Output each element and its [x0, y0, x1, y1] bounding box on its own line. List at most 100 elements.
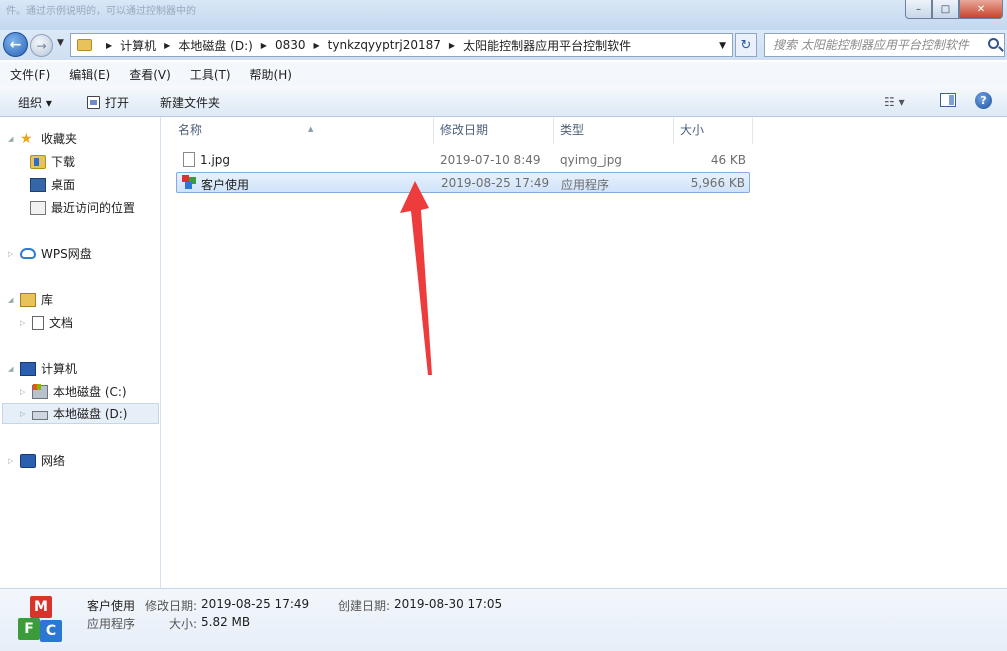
- open-icon: [87, 96, 100, 109]
- window-title: 件。通过示例说明的，可以通过控制器中的: [6, 6, 196, 17]
- drive-icon: [32, 410, 48, 420]
- chevron-right-icon[interactable]: ▶: [164, 41, 170, 50]
- file-name: 1.jpg: [200, 153, 231, 167]
- search-icon[interactable]: [988, 38, 999, 49]
- nav-label: 库: [41, 293, 54, 307]
- chevron-down-icon[interactable]: ▼: [719, 41, 726, 51]
- breadcrumb-computer[interactable]: 计算机: [120, 37, 156, 54]
- file-size: 46 KB: [710, 153, 746, 167]
- downloads-folder-icon: [30, 154, 46, 169]
- document-icon: [32, 315, 44, 330]
- nav-label: 收藏夹: [41, 132, 78, 146]
- nav-desktop[interactable]: 桌面: [30, 174, 75, 195]
- close-button[interactable]: ✕: [959, 0, 1003, 19]
- breadcrumb-d-drive[interactable]: 本地磁盘 (D:): [178, 37, 252, 54]
- folder-icon: [77, 39, 92, 51]
- title-bar: 件。通过示例说明的，可以通过控制器中的 – □ ✕: [0, 0, 1007, 30]
- preview-pane-icon[interactable]: [940, 93, 956, 107]
- arrow-left-icon: ←: [9, 36, 22, 53]
- menu-edit[interactable]: 编辑(E): [59, 66, 119, 83]
- expand-icon[interactable]: ▷: [20, 388, 32, 396]
- chevron-right-icon[interactable]: ▶: [106, 41, 112, 50]
- file-name: 客户使用: [201, 178, 250, 192]
- column-header-name[interactable]: 名称 ▲: [172, 117, 434, 144]
- application-large-icon: M F C: [14, 596, 74, 648]
- forward-button[interactable]: →: [30, 34, 53, 57]
- star-icon: ★: [20, 130, 33, 147]
- column-header-size[interactable]: 大小: [674, 117, 753, 144]
- nav-libraries[interactable]: ◢ 库: [8, 289, 53, 310]
- new-folder-button[interactable]: 新建文件夹: [160, 94, 220, 111]
- nav-favorites[interactable]: ◢ ★ 收藏夹: [8, 128, 77, 149]
- cloud-icon: [20, 248, 36, 259]
- expand-icon[interactable]: ▷: [20, 319, 32, 327]
- file-date: 2019-08-25 17:49: [441, 176, 550, 190]
- column-label: 名称: [178, 123, 203, 137]
- breadcrumb-0830[interactable]: 0830: [275, 38, 306, 52]
- expand-icon[interactable]: ▷: [8, 250, 20, 258]
- open-label: 打开: [105, 96, 130, 110]
- breadcrumb-current-folder[interactable]: 太阳能控制器应用平台控制软件: [463, 37, 631, 54]
- system-drive-icon: [32, 383, 48, 399]
- chevron-right-icon[interactable]: ▶: [314, 41, 320, 50]
- details-pane: M F C 客户使用 应用程序 修改日期: 2019-08-25 17:49 创…: [0, 588, 1007, 651]
- nav-c-drive[interactable]: ▷ 本地磁盘 (C:): [20, 381, 127, 402]
- organize-button[interactable]: 组织 ▾: [18, 94, 52, 111]
- column-header-type[interactable]: 类型: [554, 117, 674, 144]
- view-options-icon[interactable]: ☷ ▾: [884, 95, 905, 109]
- nav-label: 本地磁盘 (D:): [53, 407, 128, 421]
- chevron-right-icon[interactable]: ▶: [261, 41, 267, 50]
- nav-label: WPS网盘: [41, 247, 92, 261]
- file-row-1jpg[interactable]: 1.jpg 2019-07-10 8:49 qyimg_jpg 46 KB: [176, 150, 750, 171]
- nav-label: 最近访问的位置: [51, 201, 136, 215]
- file-type: qyimg_jpg: [560, 153, 622, 167]
- arrow-shape: [400, 181, 432, 375]
- expand-icon[interactable]: ▷: [20, 410, 32, 418]
- details-file-type: 应用程序: [87, 617, 136, 631]
- menu-tools[interactable]: 工具(T): [180, 66, 240, 83]
- search-input[interactable]: 搜索 太阳能控制器应用平台控制软件: [764, 33, 1005, 57]
- expand-icon[interactable]: ▷: [8, 457, 20, 465]
- nav-label: 桌面: [51, 178, 76, 192]
- nav-d-drive[interactable]: ▷ 本地磁盘 (D:): [2, 403, 159, 424]
- address-bar[interactable]: ▶ 计算机 ▶ 本地磁盘 (D:) ▶ 0830 ▶ tynkzqyyptrj2…: [70, 33, 733, 57]
- help-icon[interactable]: ?: [975, 92, 992, 109]
- arrow-right-icon: →: [36, 38, 47, 53]
- menu-help[interactable]: 帮助(H): [240, 66, 301, 83]
- breadcrumb-tynkzqyyptrj20187[interactable]: tynkzqyyptrj20187: [328, 38, 441, 52]
- computer-icon: [20, 361, 36, 376]
- address-row: ← → ▼ ▶ 计算机 ▶ 本地磁盘 (D:) ▶ 0830 ▶ tynkzqy…: [0, 30, 1007, 60]
- c-block-icon: C: [40, 620, 62, 642]
- nav-recent[interactable]: 最近访问的位置: [30, 197, 135, 218]
- nav-network[interactable]: ▷ 网络: [8, 450, 65, 471]
- collapse-icon[interactable]: ◢: [8, 365, 20, 373]
- nav-downloads[interactable]: 下载: [30, 151, 75, 172]
- navigation-pane: ◢ ★ 收藏夹 下载 桌面 最近访问的位置 ▷ WPS网盘 ◢ 库 ▷ 文档 ◢…: [0, 117, 161, 588]
- library-icon: [20, 292, 36, 307]
- column-header-date[interactable]: 修改日期: [434, 117, 554, 144]
- open-button[interactable]: 打开: [87, 94, 129, 111]
- minimize-button[interactable]: –: [905, 0, 932, 19]
- back-button[interactable]: ←: [3, 32, 28, 57]
- collapse-icon[interactable]: ◢: [8, 296, 20, 304]
- f-block-icon: F: [18, 618, 40, 640]
- nav-wps[interactable]: ▷ WPS网盘: [8, 243, 92, 264]
- nav-label: 下载: [51, 155, 76, 169]
- file-type: 应用程序: [561, 178, 610, 192]
- m-block-icon: M: [30, 596, 52, 618]
- menu-view[interactable]: 查看(V): [119, 66, 180, 83]
- refresh-button[interactable]: ↻: [735, 33, 757, 57]
- collapse-icon[interactable]: ◢: [8, 135, 20, 143]
- application-icon: [182, 175, 197, 190]
- details-size-label: 大小:: [169, 617, 198, 631]
- maximize-button[interactable]: □: [932, 0, 959, 19]
- chevron-right-icon[interactable]: ▶: [449, 41, 455, 50]
- menu-bar: 文件(F) 编辑(E) 查看(V) 工具(T) 帮助(H): [0, 62, 1007, 86]
- recent-places-icon: [30, 200, 46, 215]
- menu-file[interactable]: 文件(F): [0, 66, 59, 83]
- nav-documents[interactable]: ▷ 文档: [20, 312, 73, 333]
- recent-pages-dropdown[interactable]: ▼: [57, 38, 64, 48]
- file-row-client-app[interactable]: 客户使用 2019-08-25 17:49 应用程序 5,966 KB: [176, 172, 750, 193]
- file-date: 2019-07-10 8:49: [440, 153, 541, 167]
- nav-computer[interactable]: ◢ 计算机: [8, 358, 77, 379]
